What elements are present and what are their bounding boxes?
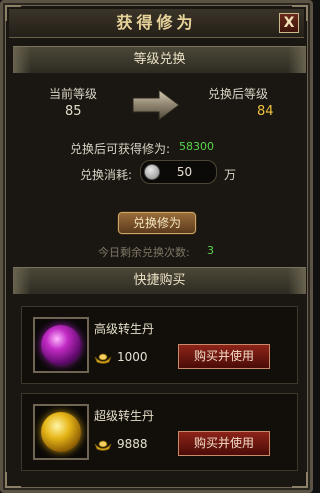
item-name: 高级转生丹 xyxy=(94,322,155,336)
section-title: 等级兑换 xyxy=(133,52,186,67)
exchange-window: 获得修为 X 等级兑换 当前等级 85 兑换后等级 84 兑换后可获得修为: 5… xyxy=(0,0,313,493)
item-icon-frame[interactable] xyxy=(33,404,89,460)
new-level-label: 兑换后等级 xyxy=(208,87,269,101)
shop-item: 高级转生丹 1000 购买并使用 xyxy=(21,306,298,384)
purple-pill-icon xyxy=(41,325,81,365)
cost-unit: 万 xyxy=(224,168,237,182)
arrow-right-icon xyxy=(132,89,180,121)
level-exchange-header: 等级兑换 xyxy=(13,46,306,74)
remaining-count-label: 今日剩余兑换次数: xyxy=(98,246,190,259)
section-title: 快捷购买 xyxy=(133,273,186,288)
shop-item: 超级转生丹 9888 购买并使用 xyxy=(21,393,298,471)
item-price: 9888 xyxy=(117,437,148,451)
gold-ingot-icon xyxy=(94,440,112,451)
new-level-value: 84 xyxy=(257,104,274,119)
frame-corner-ornament xyxy=(5,472,21,488)
current-level-label: 当前等级 xyxy=(49,87,98,101)
exchange-button[interactable]: 兑换修为 xyxy=(118,212,196,234)
cost-label: 兑换消耗: xyxy=(80,168,133,182)
remaining-count-value: 3 xyxy=(207,244,214,257)
gold-ingot-icon xyxy=(94,353,112,364)
close-button[interactable]: X xyxy=(279,13,299,33)
buy-and-use-button[interactable]: 购买并使用 xyxy=(178,344,270,369)
buy-and-use-button[interactable]: 购买并使用 xyxy=(178,431,270,456)
quick-buy-header: 快捷购买 xyxy=(13,267,306,295)
item-name: 超级转生丹 xyxy=(94,409,155,423)
item-icon-frame[interactable] xyxy=(33,317,89,373)
gain-value: 58300 xyxy=(179,140,214,153)
current-level-value: 85 xyxy=(65,104,82,119)
frame-corner-ornament xyxy=(292,472,308,488)
window-title: 获得修为 xyxy=(116,13,197,32)
cost-display: 50 xyxy=(140,160,217,184)
title-bar: 获得修为 X xyxy=(9,9,304,38)
gain-label: 兑换后可获得修为: xyxy=(70,142,171,156)
gold-pill-icon xyxy=(41,412,81,452)
item-price: 1000 xyxy=(117,350,148,364)
silver-coin-icon xyxy=(144,164,160,180)
